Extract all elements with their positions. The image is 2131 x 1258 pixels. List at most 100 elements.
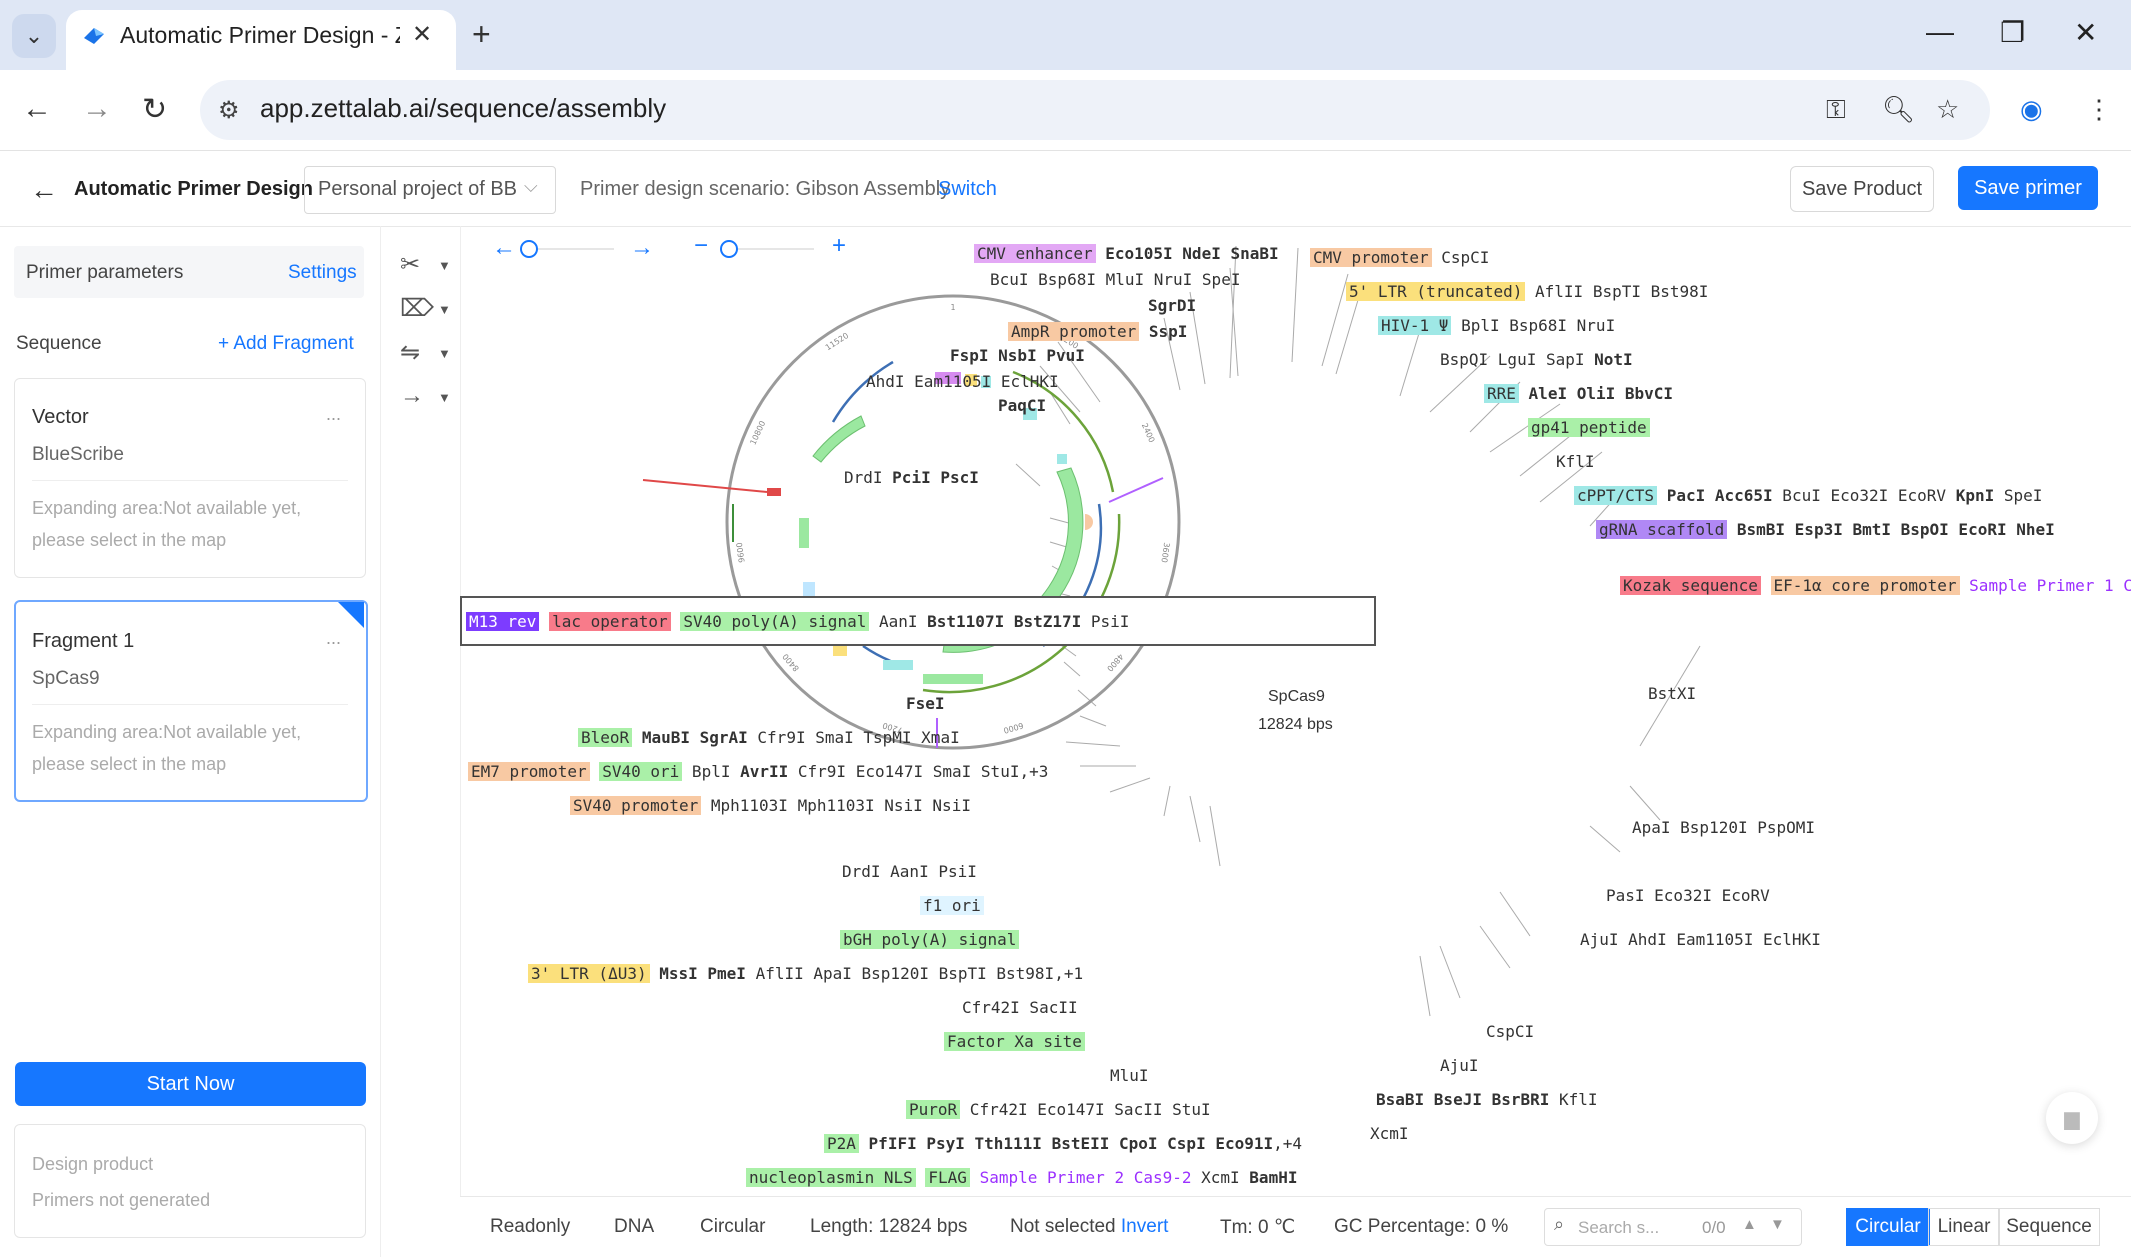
search-next-icon[interactable]: ▼ [1770,1216,1785,1233]
switch-scenario-link[interactable]: Switch [938,178,997,201]
map-label[interactable]: BleoR MauBI SgrAI Cfr9I SmaI TspMI XmaI [578,728,960,747]
map-label[interactable]: FspI NsbI PvuI [950,346,1085,365]
dropdown-caret-icon[interactable]: ▼ [438,302,451,317]
map-label[interactable]: KflI [1556,452,1595,471]
map-label[interactable]: CMV enhancer Eco105I NdeI SnaBI [974,244,1279,263]
save-primer-button[interactable]: Save primer [1958,166,2098,210]
ampr-feature[interactable] [812,415,866,463]
map-label[interactable]: XcmI [1370,1124,1409,1143]
map-label[interactable]: PasI Eco32I EcoRV [1606,886,1770,905]
map-label[interactable]: SgrDI [1148,296,1196,315]
map-label[interactable]: gp41 peptide [1528,418,1650,437]
plus-icon: + [218,333,234,354]
map-label[interactable]: bGH poly(A) signal [840,930,1020,949]
map-label[interactable]: MluI [1110,1066,1149,1085]
map-label[interactable]: BspQI LguI SapI NotI [1440,350,1633,369]
settings-link[interactable]: Settings [288,262,357,284]
map-label[interactable]: PuroR Cfr42I Eco147I SacII StuI [906,1100,1211,1119]
map-label[interactable]: CMV promoter CspCI [1310,248,1489,267]
add-fragment-button[interactable]: + Add Fragment [218,333,354,355]
scissors-icon[interactable]: ✂ [400,250,420,279]
start-now-button[interactable]: Start Now [15,1062,366,1106]
url-text[interactable]: app.zettalab.ai/sequence/assembly [260,93,666,124]
map-label[interactable]: 5' LTR (truncated) AflII BspTI Bst98I [1346,282,1708,301]
search-count: 0/0 [1702,1218,1726,1237]
site-settings-icon[interactable]: ⚙ [218,96,240,125]
dropdown-caret-icon[interactable]: ▼ [438,390,451,405]
card-hint: Expanding area:Not available yet, please … [32,722,302,774]
swap-icon[interactable]: ⇋ [400,338,420,367]
back-arrow-icon[interactable]: ← [30,174,58,206]
ruler-tick-label: 2400 [1140,422,1157,444]
chat-icon: ▆ [2064,1107,2080,1130]
map-label[interactable]: AmpR promoter SspI [1008,322,1187,341]
tab-close-icon[interactable]: ✕ [412,20,432,49]
arrow-right-icon[interactable]: → [400,382,424,410]
card-divider [32,480,348,481]
map-label[interactable]: AjuI AhdI Eam1105I EclHKI [1580,930,1821,949]
primer-parameters-label: Primer parameters [26,262,184,283]
view-tab-linear[interactable]: Linear [1928,1208,2000,1246]
map-label[interactable]: f1 ori [920,896,984,915]
map-label[interactable]: Factor Xa site [944,1032,1085,1051]
kozak-mark [1085,514,1093,530]
minimize-icon[interactable]: — [1926,16,1954,48]
map-label[interactable]: 3' LTR (ΔU3) MssI PmeI AflII ApaI Bsp120… [528,964,1083,983]
more-dots-icon[interactable]: ... [326,404,341,425]
zoom-icon[interactable]: 🔍︎ [1882,94,1915,125]
sequence-label: Sequence [16,333,102,354]
map-label[interactable]: Cfr42I SacII [962,998,1078,1017]
view-tab-sequence[interactable]: Sequence [1998,1208,2100,1246]
map-label[interactable]: P2A PfIFI PsyI Tth111I BstEII CpoI CspI … [824,1134,1302,1153]
map-label[interactable]: HIV-1 Ψ BplI Bsp68I NruI [1378,316,1615,335]
design-product-label: Design product [32,1154,154,1174]
map-label[interactable]: BcuI Bsp68I MluI NruI SpeI [990,270,1240,289]
search-placeholder: Search s... [1578,1218,1660,1237]
bookmark-star-icon[interactable]: ☆ [1936,94,1959,125]
invert-link[interactable]: Invert [1121,1216,1169,1237]
window-close-icon[interactable]: ✕ [2074,16,2097,49]
bleor-mark [799,518,809,548]
dropdown-caret-icon[interactable]: ▼ [438,346,451,361]
map-label[interactable]: cPPT/CTS PacI Acc65I BcuI Eco32I EcoRV K… [1574,486,2042,505]
orf-arrow-5 [862,644,894,664]
tag-icon[interactable]: ⌦ [400,294,434,323]
map-label[interactable]: AhdI Eam1105I EclHKI [866,372,1059,391]
map-label[interactable]: gRNA scaffold BsmBI Esp3I BmtI BspOI Eco… [1596,520,2055,539]
map-label[interactable]: DrdI AanI PsiI [842,862,977,881]
view-tab-circular[interactable]: Circular [1846,1208,1930,1246]
selected-corner-icon [338,602,364,628]
plasmid-map[interactable]: 1120024003600480060007200840096001080011… [460,226,2131,1196]
search-prev-icon[interactable]: ▲ [1742,1216,1757,1233]
tm-status: Tm: 0 ℃ [1220,1217,1296,1238]
more-menu-icon[interactable]: ⋮ [2086,94,2112,125]
map-label[interactable]: CspCI [1486,1022,1534,1041]
back-icon[interactable]: ← [22,92,52,126]
restore-icon[interactable]: ❐ [2000,16,2025,49]
map-label[interactable]: nucleoplasmin NLS FLAG Sample Primer 2 C… [746,1168,1297,1187]
tab-title: Automatic Primer Design - Ze [120,22,400,48]
map-label[interactable]: PaqCI [998,396,1046,415]
dropdown-caret-icon[interactable]: ▼ [438,258,451,273]
primers-status: Primers not generated [32,1190,211,1210]
tab-search-button[interactable]: ⌄ [12,14,56,58]
forward-icon[interactable]: → [82,92,112,126]
map-label[interactable]: AjuI [1440,1056,1479,1075]
map-label[interactable]: Kozak sequence EF-1α core promoter Sampl… [1620,576,2131,595]
password-key-icon[interactable]: ⚿ [1826,94,1846,126]
more-dots-icon[interactable]: ... [326,628,341,649]
reload-icon[interactable]: ↻ [142,92,167,127]
new-tab-icon[interactable]: + [472,16,491,53]
map-label[interactable]: FseI [906,694,945,713]
map-label[interactable]: ApaI Bsp120I PspOMI [1632,818,1815,837]
map-label[interactable]: SV40 promoter Mph1103I Mph1103I NsiI Nsi… [570,796,971,815]
map-label[interactable]: BstXI [1648,684,1696,703]
map-label[interactable]: RRE AleI OliI BbvCI [1484,384,1673,403]
chat-feedback-button[interactable]: ▆ [2046,1092,2098,1144]
map-label[interactable]: BsaBI BseJI BsrBRI KflI [1376,1090,1598,1109]
profile-icon[interactable]: ◉ [2020,94,2043,125]
save-product-button[interactable]: Save Product [1790,166,1934,212]
map-label[interactable]: EM7 promoter SV40 ori BplI AvrII Cfr9I E… [468,762,1048,781]
hover-labels[interactable]: M13 rev lac operator SV40 poly(A) signal… [466,612,1129,631]
map-label[interactable]: DrdI PciI PscI [844,468,979,487]
